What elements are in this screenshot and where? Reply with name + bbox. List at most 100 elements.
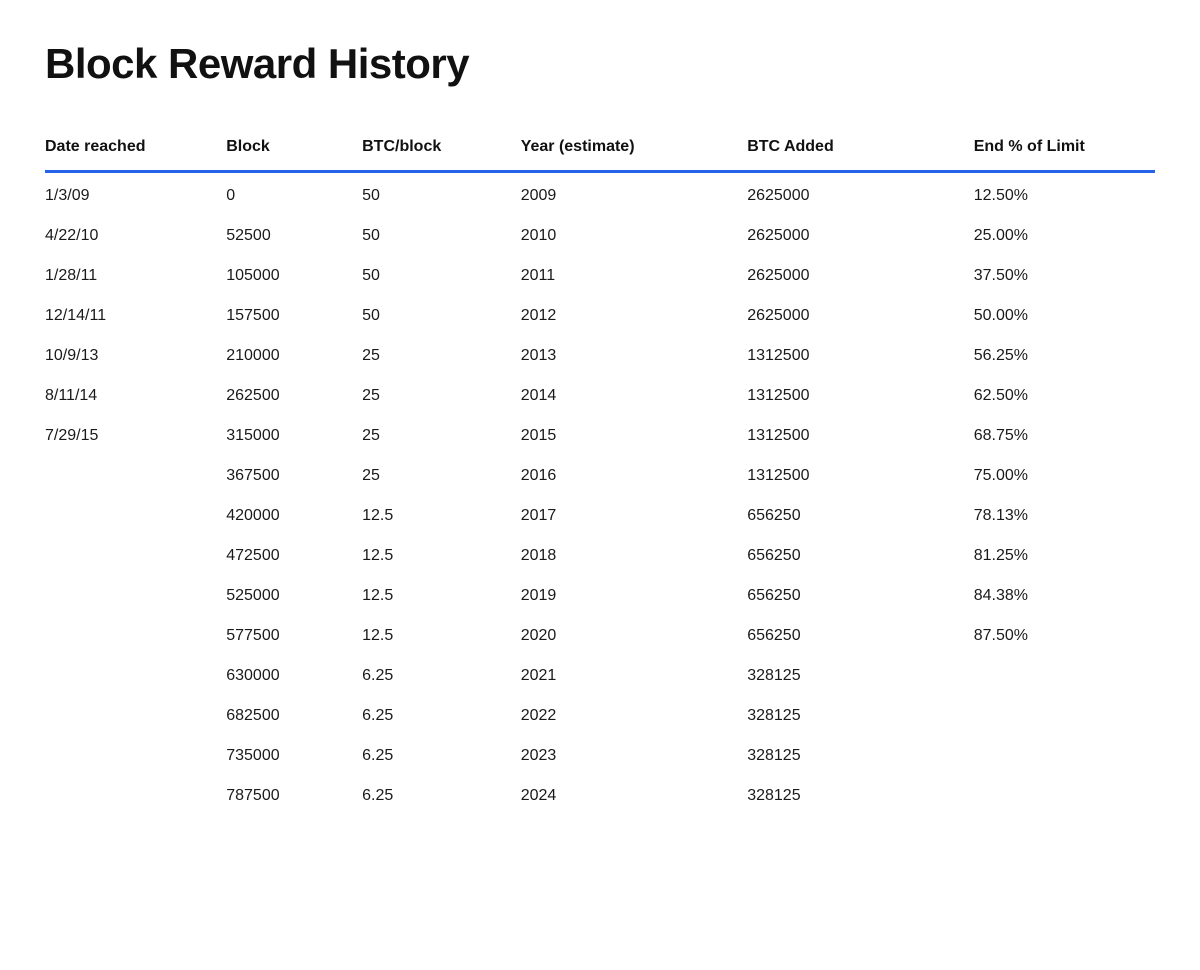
cell-block: 735000 <box>226 736 362 776</box>
cell-btcblock: 12.5 <box>362 536 521 576</box>
cell-block: 52500 <box>226 216 362 256</box>
cell-btcblock: 6.25 <box>362 696 521 736</box>
cell-endlimit: 56.25% <box>974 336 1155 376</box>
col-header-endlimit: End % of Limit <box>974 128 1155 172</box>
cell-block: 682500 <box>226 696 362 736</box>
cell-year: 2023 <box>521 736 748 776</box>
table-row: 4/22/1052500502010262500025.00% <box>45 216 1155 256</box>
table-row: 1/28/11105000502011262500037.50% <box>45 256 1155 296</box>
cell-btcadded: 1312500 <box>747 416 974 456</box>
cell-block: 472500 <box>226 536 362 576</box>
cell-date: 1/28/11 <box>45 256 226 296</box>
cell-block: 525000 <box>226 576 362 616</box>
cell-year: 2015 <box>521 416 748 456</box>
col-header-btcadded: BTC Added <box>747 128 974 172</box>
col-header-block: Block <box>226 128 362 172</box>
cell-btcblock: 25 <box>362 376 521 416</box>
cell-endlimit: 50.00% <box>974 296 1155 336</box>
cell-btcblock: 6.25 <box>362 736 521 776</box>
cell-btcblock: 12.5 <box>362 576 521 616</box>
cell-btcadded: 1312500 <box>747 376 974 416</box>
cell-year: 2012 <box>521 296 748 336</box>
table-header-row: Date reached Block BTC/block Year (estim… <box>45 128 1155 172</box>
table-row: 42000012.5201765625078.13% <box>45 496 1155 536</box>
block-reward-table: Date reached Block BTC/block Year (estim… <box>45 128 1155 816</box>
cell-endlimit: 75.00% <box>974 456 1155 496</box>
cell-btcadded: 656250 <box>747 616 974 656</box>
cell-year: 2020 <box>521 616 748 656</box>
cell-year: 2010 <box>521 216 748 256</box>
cell-year: 2011 <box>521 256 748 296</box>
cell-endlimit: 12.50% <box>974 172 1155 217</box>
cell-btcadded: 2625000 <box>747 216 974 256</box>
cell-date <box>45 456 226 496</box>
cell-endlimit <box>974 696 1155 736</box>
cell-btcblock: 6.25 <box>362 776 521 816</box>
cell-btcblock: 25 <box>362 416 521 456</box>
cell-year: 2022 <box>521 696 748 736</box>
cell-endlimit: 87.50% <box>974 616 1155 656</box>
cell-btcadded: 1312500 <box>747 456 974 496</box>
cell-endlimit: 62.50% <box>974 376 1155 416</box>
cell-year: 2018 <box>521 536 748 576</box>
cell-block: 420000 <box>226 496 362 536</box>
cell-endlimit: 81.25% <box>974 536 1155 576</box>
cell-btcadded: 328125 <box>747 696 974 736</box>
cell-date <box>45 656 226 696</box>
cell-endlimit: 37.50% <box>974 256 1155 296</box>
cell-btcblock: 50 <box>362 256 521 296</box>
cell-btcadded: 328125 <box>747 776 974 816</box>
cell-year: 2021 <box>521 656 748 696</box>
table-row: 367500252016131250075.00% <box>45 456 1155 496</box>
cell-btcblock: 50 <box>362 296 521 336</box>
table-row: 57750012.5202065625087.50% <box>45 616 1155 656</box>
cell-btcadded: 656250 <box>747 536 974 576</box>
col-header-btcblock: BTC/block <box>362 128 521 172</box>
cell-btcblock: 25 <box>362 456 521 496</box>
cell-block: 315000 <box>226 416 362 456</box>
cell-btcadded: 656250 <box>747 576 974 616</box>
cell-date: 7/29/15 <box>45 416 226 456</box>
cell-year: 2019 <box>521 576 748 616</box>
cell-btcadded: 656250 <box>747 496 974 536</box>
cell-date: 1/3/09 <box>45 172 226 217</box>
page-title: Block Reward History <box>45 40 1155 88</box>
cell-btcadded: 2625000 <box>747 296 974 336</box>
cell-date <box>45 776 226 816</box>
cell-block: 157500 <box>226 296 362 336</box>
cell-block: 262500 <box>226 376 362 416</box>
cell-year: 2024 <box>521 776 748 816</box>
cell-date <box>45 616 226 656</box>
cell-year: 2017 <box>521 496 748 536</box>
table-row: 52500012.5201965625084.38% <box>45 576 1155 616</box>
col-header-date: Date reached <box>45 128 226 172</box>
cell-date <box>45 576 226 616</box>
cell-date: 4/22/10 <box>45 216 226 256</box>
cell-block: 787500 <box>226 776 362 816</box>
cell-btcblock: 50 <box>362 216 521 256</box>
cell-btcblock: 12.5 <box>362 496 521 536</box>
cell-date <box>45 496 226 536</box>
cell-endlimit: 25.00% <box>974 216 1155 256</box>
cell-btcadded: 1312500 <box>747 336 974 376</box>
table-row: 10/9/13210000252013131250056.25% <box>45 336 1155 376</box>
cell-date: 8/11/14 <box>45 376 226 416</box>
cell-date: 12/14/11 <box>45 296 226 336</box>
cell-endlimit <box>974 656 1155 696</box>
table-row: 7875006.252024328125 <box>45 776 1155 816</box>
cell-year: 2016 <box>521 456 748 496</box>
cell-btcadded: 328125 <box>747 736 974 776</box>
cell-block: 367500 <box>226 456 362 496</box>
table-row: 6300006.252021328125 <box>45 656 1155 696</box>
cell-year: 2009 <box>521 172 748 217</box>
cell-block: 0 <box>226 172 362 217</box>
cell-btcblock: 25 <box>362 336 521 376</box>
cell-year: 2013 <box>521 336 748 376</box>
cell-year: 2014 <box>521 376 748 416</box>
table-row: 7350006.252023328125 <box>45 736 1155 776</box>
cell-endlimit: 84.38% <box>974 576 1155 616</box>
cell-block: 105000 <box>226 256 362 296</box>
cell-endlimit <box>974 776 1155 816</box>
cell-btcblock: 6.25 <box>362 656 521 696</box>
table-row: 8/11/14262500252014131250062.50% <box>45 376 1155 416</box>
